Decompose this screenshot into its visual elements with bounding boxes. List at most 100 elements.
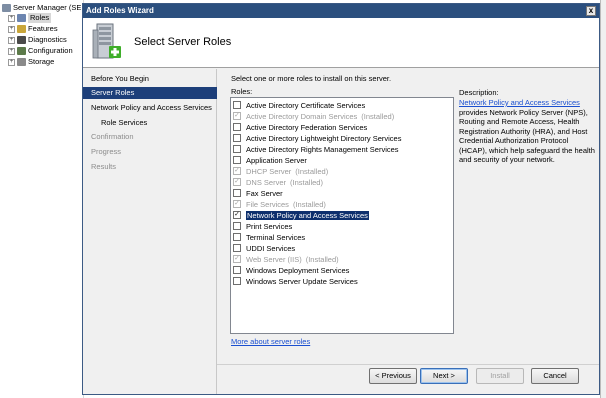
instructions-text: Select one or more roles to install on t…: [231, 74, 392, 83]
dialog-titlebar[interactable]: Add Roles Wizard x: [83, 4, 599, 18]
storage-icon: [17, 58, 26, 66]
role-label: File Services: [246, 199, 289, 209]
role-label: Active Directory Lightweight Directory S…: [246, 133, 402, 143]
role-print-services[interactable]: Print Services: [233, 221, 296, 231]
configuration-icon: [17, 47, 26, 55]
page-title: Select Server Roles: [134, 36, 232, 48]
role-checkbox[interactable]: [233, 277, 241, 285]
role-checkbox[interactable]: [233, 156, 241, 164]
role-label: Active Directory Domain Services: [246, 111, 358, 121]
footer-divider: [217, 364, 599, 365]
role-terminal-services[interactable]: Terminal Services: [233, 232, 309, 242]
tree-item-configuration[interactable]: + Configuration: [8, 46, 73, 56]
roles-label: Roles:: [231, 87, 253, 96]
role-ad-federation-services[interactable]: Active Directory Federation Services: [233, 122, 371, 132]
server-add-icon: [92, 23, 121, 59]
tree-item-label: Features: [28, 24, 58, 33]
role-ad-certificate-services[interactable]: Active Directory Certificate Services: [233, 100, 369, 110]
background-window-edge: [600, 0, 606, 398]
description-link[interactable]: Network Policy and Access Services: [459, 98, 580, 107]
role-status: (Installed): [292, 199, 326, 209]
nav-step-progress: Progress: [91, 147, 122, 156]
role-checkbox[interactable]: [233, 189, 241, 197]
role-label: Active Directory Federation Services: [246, 122, 368, 132]
role-checkbox[interactable]: [233, 244, 241, 252]
previous-button[interactable]: < Previous: [369, 368, 417, 384]
tree-item-diagnostics[interactable]: + Diagnostics: [8, 35, 67, 45]
role-label: Web Server (IIS): [246, 254, 302, 264]
role-checkbox: ✓: [233, 178, 241, 186]
role-checkbox[interactable]: [233, 101, 241, 109]
server-manager-icon: [2, 4, 11, 12]
role-windows-server-update-services[interactable]: Windows Server Update Services: [233, 276, 362, 286]
role-label: Windows Deployment Services: [246, 265, 350, 275]
role-ad-rights-management-services[interactable]: Active Directory Rights Management Servi…: [233, 144, 403, 154]
server-manager-tree: Server Manager (SE + Roles + Features + …: [0, 0, 84, 398]
role-label: Application Server: [246, 155, 307, 165]
role-checkbox: ✓: [233, 112, 241, 120]
nav-step-before-you-begin[interactable]: Before You Begin: [83, 73, 217, 85]
role-label: Fax Server: [246, 188, 283, 198]
nav-step-role-services[interactable]: Role Services: [83, 117, 217, 129]
expand-icon[interactable]: +: [8, 47, 15, 55]
roles-icon: [17, 14, 26, 22]
role-status: (Installed): [361, 111, 395, 121]
nav-step-network-policy[interactable]: Network Policy and Access Services: [83, 102, 217, 114]
more-about-server-roles-link[interactable]: More about server roles: [231, 337, 310, 346]
role-label: Active Directory Rights Management Servi…: [246, 144, 399, 154]
description-body: provides Network Policy Server (NPS), Ro…: [459, 107, 595, 165]
expand-icon[interactable]: +: [8, 58, 15, 66]
role-label: Terminal Services: [246, 232, 306, 242]
nav-step-server-roles[interactable]: Server Roles: [83, 87, 217, 99]
dialog-title: Add Roles Wizard: [86, 6, 154, 15]
role-label: Active Directory Certificate Services: [246, 100, 366, 110]
expand-icon[interactable]: +: [8, 25, 15, 33]
features-icon: [17, 25, 26, 33]
role-checkbox[interactable]: [233, 233, 241, 241]
role-label: UDDI Services: [246, 243, 296, 253]
role-checkbox[interactable]: [233, 145, 241, 153]
role-checkbox[interactable]: [233, 123, 241, 131]
tree-item-label: Roles: [28, 13, 52, 23]
expand-icon[interactable]: +: [8, 36, 15, 44]
role-file-services: ✓ File Services (Installed): [233, 199, 326, 209]
role-status: (Installed): [305, 254, 339, 264]
wizard-header: Select Server Roles: [83, 18, 599, 68]
expand-icon[interactable]: +: [8, 14, 15, 22]
role-checkbox[interactable]: [233, 266, 241, 274]
role-checkbox: ✓: [233, 200, 241, 208]
cancel-button[interactable]: Cancel: [531, 368, 579, 384]
tree-item-storage[interactable]: + Storage: [8, 57, 54, 67]
diagnostics-icon: [17, 36, 26, 44]
role-fax-server[interactable]: Fax Server: [233, 188, 287, 198]
description-text: Network Policy and Access Services provi…: [459, 98, 595, 165]
role-checkbox: ✓: [233, 255, 241, 263]
role-label: Network Policy and Access Services: [246, 210, 369, 220]
tree-item-roles[interactable]: + Roles: [8, 13, 52, 23]
close-button[interactable]: x: [586, 6, 596, 16]
description-label: Description:: [459, 88, 499, 97]
role-web-server-iis: ✓ Web Server (IIS) (Installed): [233, 254, 339, 264]
role-uddi-services[interactable]: UDDI Services: [233, 243, 299, 253]
role-network-policy-access-services[interactable]: ✓ Network Policy and Access Services: [233, 210, 373, 220]
role-checkbox[interactable]: ✓: [233, 211, 241, 219]
add-roles-wizard-dialog: Add Roles Wizard x Select Server Roles B…: [82, 3, 600, 395]
next-button[interactable]: Next >: [420, 368, 468, 384]
role-ad-lightweight-directory-services[interactable]: Active Directory Lightweight Directory S…: [233, 133, 405, 143]
role-ad-domain-services: ✓ Active Directory Domain Services (Inst…: [233, 111, 394, 121]
role-dhcp-server: ✓ DHCP Server (Installed): [233, 166, 328, 176]
role-checkbox[interactable]: [233, 222, 241, 230]
role-label: Windows Server Update Services: [246, 276, 358, 286]
tree-item-label: Server Manager (SE: [13, 3, 82, 12]
tree-item-features[interactable]: + Features: [8, 24, 58, 34]
role-windows-deployment-services[interactable]: Windows Deployment Services: [233, 265, 353, 275]
role-checkbox: ✓: [233, 167, 241, 175]
tree-item-label: Configuration: [28, 46, 73, 55]
role-checkbox[interactable]: [233, 134, 241, 142]
role-status: (Installed): [290, 177, 323, 187]
roles-list: Active Directory Certificate Services ✓ …: [230, 97, 454, 334]
wizard-step-nav: Before You Begin Server Roles Network Po…: [83, 69, 217, 394]
role-application-server[interactable]: Application Server: [233, 155, 311, 165]
role-label: Print Services: [246, 221, 293, 231]
tree-item-server-manager[interactable]: Server Manager (SE: [2, 3, 81, 13]
